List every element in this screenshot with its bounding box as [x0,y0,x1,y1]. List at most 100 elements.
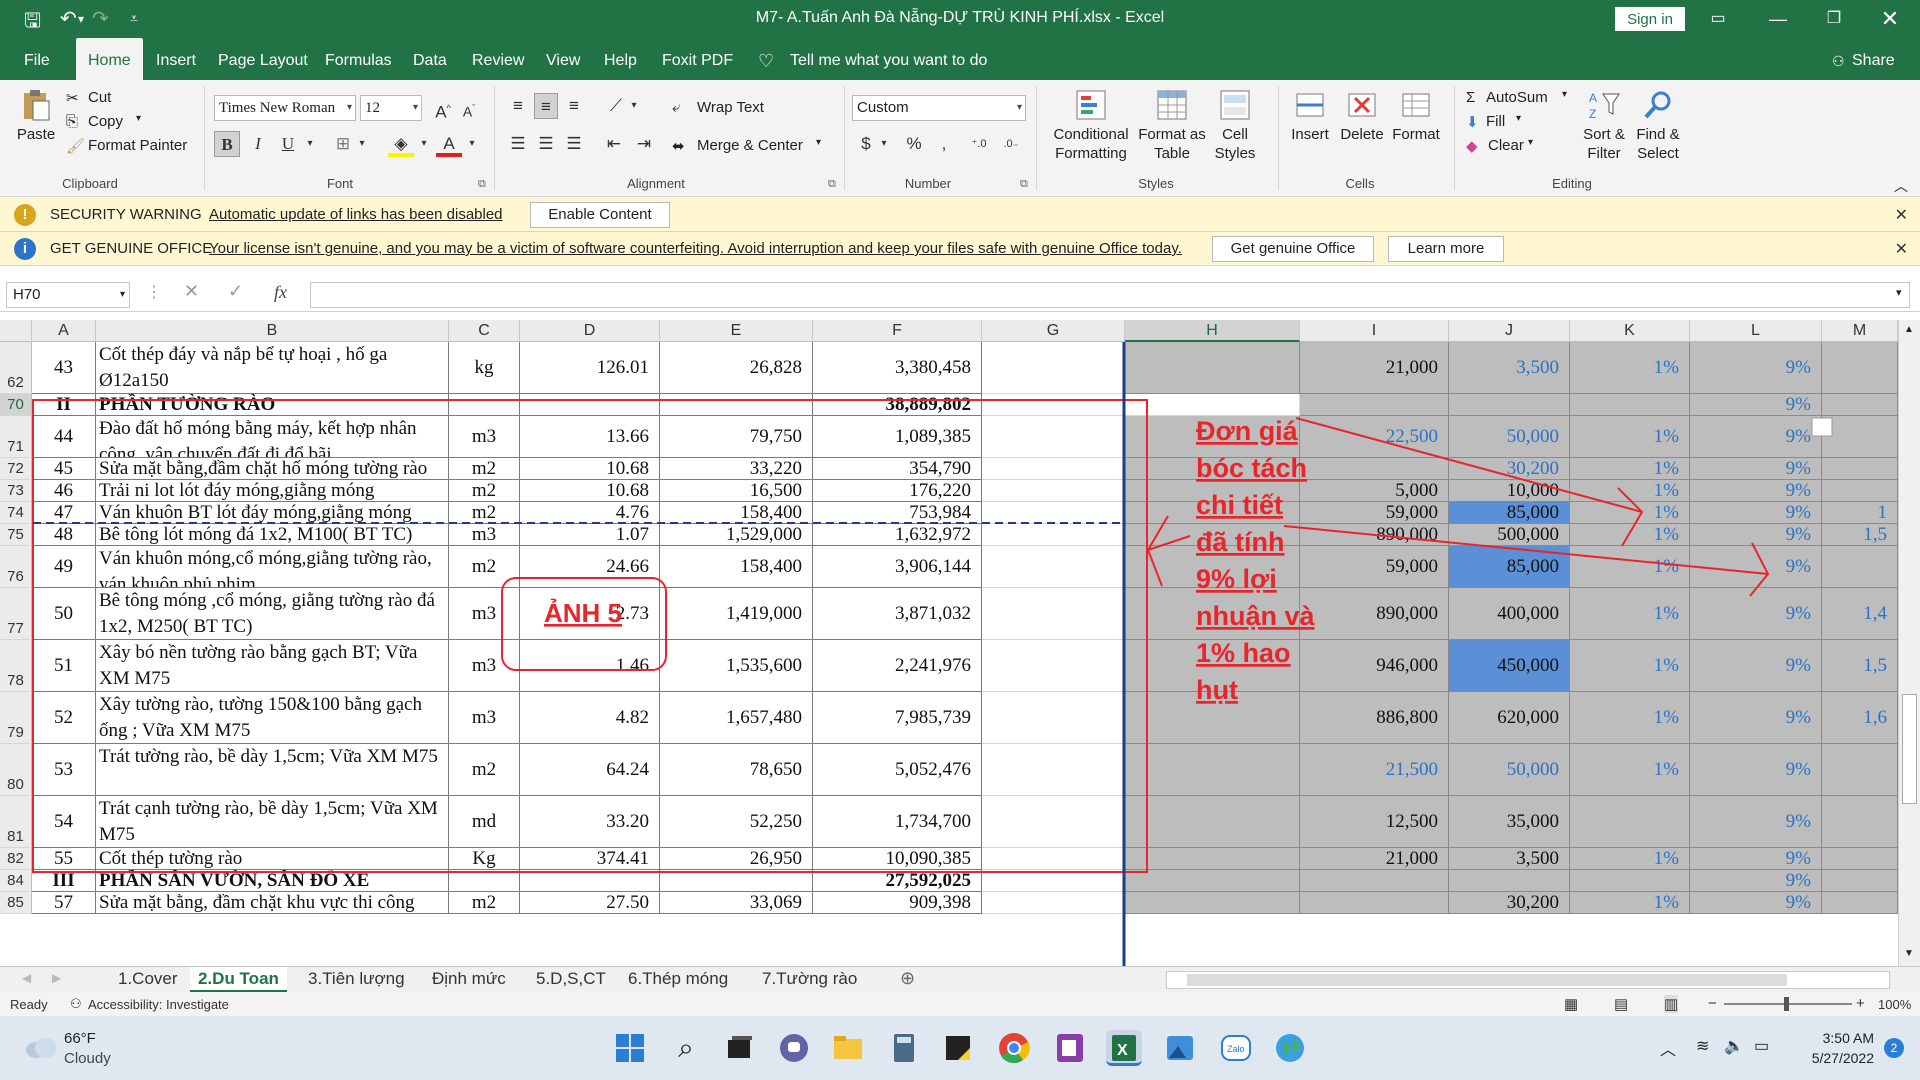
align-bottom-icon[interactable]: ≡ [562,93,586,119]
share-button[interactable]: Share [1852,38,1895,80]
format-as-table-button[interactable]: Format as Table [1136,88,1208,163]
clear-dropdown-icon[interactable]: ▾ [1528,137,1533,148]
tab-help[interactable]: Help [604,38,637,80]
sheet-tab-du-toan[interactable]: 2.Du Toan [190,967,287,993]
security-warning-message[interactable]: Automatic update of links has been disab… [209,206,503,223]
tab-file[interactable]: File [24,38,50,80]
format-painter-button[interactable]: Format Painter [88,137,187,154]
notification-badge[interactable]: 2 [1884,1038,1904,1058]
sort-filter-button[interactable]: AZ Sort & Filter [1578,88,1630,163]
tab-foxit-pdf[interactable]: Foxit PDF [662,38,733,80]
excel-taskbar-icon[interactable]: X [1106,1030,1142,1066]
increase-decimal-icon[interactable]: ⁺.0 [966,131,992,157]
confirm-entry-icon[interactable]: ✓ [228,281,243,302]
sheet-tab-cover[interactable]: 1.Cover [110,967,186,993]
copy-button[interactable]: Copy [88,113,123,130]
paste-button[interactable]: Paste [14,88,58,144]
volume-icon[interactable]: 🔈 [1724,1036,1744,1056]
enable-content-button[interactable]: Enable Content [530,202,670,228]
photos-icon[interactable] [1162,1030,1198,1066]
sheet-tab-dsct[interactable]: 5.D,S,CT [528,967,614,993]
sticky-notes-icon[interactable] [940,1030,976,1066]
merge-dropdown-icon[interactable]: ▾ [816,137,821,148]
genuine-office-message[interactable]: Your license isn't genuine, and you may … [209,240,1182,257]
page-layout-view-icon[interactable]: ▤ [1614,995,1628,1013]
align-center-icon[interactable]: ☰ [534,131,558,157]
close-genuine-bar-icon[interactable]: ✕ [1895,239,1908,259]
collapse-ribbon-icon[interactable]: ︿ [1894,176,1908,196]
decrease-font-icon[interactable]: Aˇ [458,95,480,121]
spreadsheet-grid[interactable]: ABCDEFGHIJKLM 62 43 Cốt thép đáy và nắp bể… [0,320,1920,966]
comma-style-icon[interactable]: , [934,131,954,157]
orientation-icon[interactable]: ⟋ [604,93,628,119]
globe-app-icon[interactable] [1272,1030,1308,1066]
zoom-in-icon[interactable]: + [1856,995,1865,1012]
percent-style-icon[interactable]: % [902,131,926,157]
wifi-icon[interactable]: ≋ [1696,1036,1709,1056]
cell-styles-button[interactable]: Cell Styles [1208,88,1262,163]
minimize-icon[interactable]: — [1758,4,1798,34]
accounting-format-icon[interactable]: $ [856,131,876,157]
decrease-decimal-icon[interactable]: .0₋ [998,131,1024,157]
number-format-select[interactable]: Custom ▾ [852,95,1026,121]
zalo-icon[interactable]: Zalo [1218,1030,1254,1066]
cut-button[interactable]: Cut [88,89,111,106]
conditional-formatting-button[interactable]: Conditional Formatting [1046,88,1136,163]
merge-center-button[interactable]: Merge & Center [697,137,803,154]
zoom-out-icon[interactable]: − [1708,995,1717,1012]
increase-indent-icon[interactable]: ⇥ [632,131,656,157]
weather-condition[interactable]: Cloudy [64,1050,111,1067]
tray-chevron-icon[interactable]: ︿ [1660,1036,1676,1060]
underline-button[interactable]: U [276,131,300,157]
tab-data[interactable]: Data [413,38,447,80]
align-right-icon[interactable]: ☰ [562,131,586,157]
borders-dropdown-icon[interactable]: ▾ [356,131,368,157]
fill-color-dropdown-icon[interactable]: ▾ [418,131,430,157]
close-security-bar-icon[interactable]: ✕ [1895,205,1908,225]
file-explorer-icon[interactable] [830,1030,866,1066]
zoom-slider[interactable] [1724,997,1852,1011]
font-color-icon[interactable]: A [436,131,462,157]
battery-icon[interactable]: ▭ [1754,1036,1769,1056]
italic-button[interactable]: I [246,131,270,157]
find-select-button[interactable]: Find & Select [1632,88,1684,163]
chrome-icon[interactable] [996,1030,1032,1066]
calculator-icon[interactable] [886,1030,922,1066]
horizontal-scroll-thumb[interactable] [1187,974,1787,986]
weather-temperature[interactable]: 66°F [64,1030,96,1047]
learn-more-button[interactable]: Learn more [1388,236,1504,262]
tab-view[interactable]: View [546,38,580,80]
clear-button[interactable]: Clear [1488,137,1524,154]
sheet-tab-thep-mong[interactable]: 6.Thép móng [620,967,736,993]
font-dialog-launcher-icon[interactable]: ⧉ [478,178,486,191]
increase-font-icon[interactable]: A^ [432,95,454,122]
insert-function-button[interactable]: fx [274,282,287,303]
fill-button[interactable]: Fill [1486,113,1505,130]
task-view-icon[interactable] [722,1030,758,1066]
accounting-dropdown-icon[interactable]: ▾ [878,131,890,157]
tab-insert[interactable]: Insert [156,38,196,80]
autosum-button[interactable]: AutoSum [1486,89,1548,106]
expand-formula-bar-icon[interactable]: ▾ [1896,286,1902,299]
clock-date[interactable]: 5/27/2022 [1790,1050,1874,1066]
teams-chat-icon[interactable] [776,1030,812,1066]
decrease-indent-icon[interactable]: ⇤ [602,131,626,157]
sign-in-button[interactable]: Sign in [1615,7,1685,31]
fill-color-icon[interactable]: ◈ [388,131,414,157]
sheet-tab-dinh-muc[interactable]: Định mức [424,967,514,993]
insert-cells-button[interactable]: Insert [1286,88,1334,144]
underline-dropdown-icon[interactable]: ▾ [304,131,316,157]
next-sheet-icon[interactable]: ▶ [52,971,61,985]
share-icon[interactable]: ⚇ [1832,38,1845,80]
normal-view-icon[interactable]: ▦ [1564,995,1578,1013]
page-break-view-icon[interactable]: ▥ [1664,995,1679,1013]
orientation-dropdown-icon[interactable]: ▾ [628,93,640,119]
horizontal-scrollbar[interactable] [1166,971,1890,989]
cancel-entry-icon[interactable]: ✕ [184,281,199,302]
bold-button[interactable]: B [214,131,240,157]
prev-sheet-icon[interactable]: ◀ [22,971,31,985]
borders-icon[interactable]: ⊞ [330,131,356,157]
tab-home[interactable]: Home [76,38,143,80]
foxit-pdf-icon[interactable] [1052,1030,1088,1066]
tell-me-search[interactable]: Tell me what you want to do [790,38,987,80]
